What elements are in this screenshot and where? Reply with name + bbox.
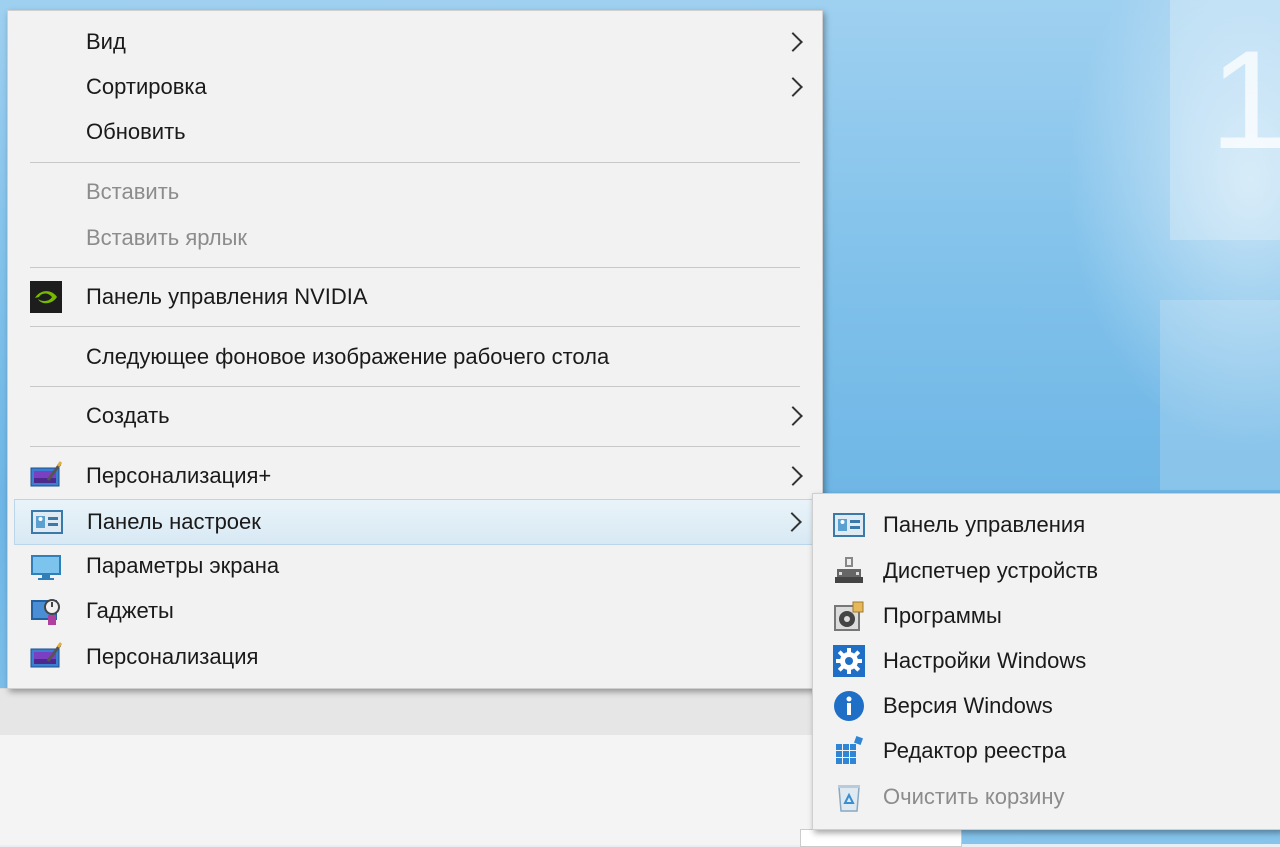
submenu-item-label: Программы bbox=[883, 603, 1002, 628]
menu-separator bbox=[30, 446, 800, 447]
desktop-tile: 1 bbox=[1170, 0, 1280, 240]
gadgets-icon bbox=[30, 595, 62, 627]
background-window-field bbox=[800, 829, 962, 847]
display-icon bbox=[30, 550, 62, 582]
menu-item-label: Персонализация+ bbox=[86, 463, 272, 488]
chevron-right-icon bbox=[783, 32, 803, 52]
registry-editor-icon bbox=[833, 735, 865, 767]
submenu-item-label: Настройки Windows bbox=[883, 648, 1087, 673]
menu-item-new[interactable]: Создать bbox=[14, 394, 816, 438]
control-panel-icon bbox=[31, 506, 63, 538]
menu-item-display-settings[interactable]: Параметры экрана bbox=[14, 544, 816, 588]
programs-icon bbox=[833, 600, 865, 632]
desktop-context-menu: Вид Сортировка Обновить Вставить Вставит… bbox=[7, 10, 823, 689]
menu-item-label: Вид bbox=[86, 29, 126, 54]
menu-separator bbox=[30, 162, 800, 163]
menu-separator bbox=[30, 267, 800, 268]
submenu-item-registry-editor[interactable]: Редактор реестра bbox=[819, 729, 1275, 773]
submenu-item-windows-settings[interactable]: Настройки Windows bbox=[819, 639, 1275, 683]
menu-item-label: Обновить bbox=[86, 119, 186, 144]
menu-item-personalization-plus[interactable]: Персонализация+ bbox=[14, 454, 816, 498]
tile-glyph: 1 bbox=[1210, 21, 1280, 178]
submenu-item-label: Версия Windows bbox=[883, 693, 1053, 718]
menu-item-label: Сортировка bbox=[86, 74, 207, 99]
background-window bbox=[0, 688, 962, 847]
chevron-right-icon bbox=[783, 466, 803, 486]
submenu-item-label: Диспетчер устройств bbox=[883, 558, 1099, 583]
device-manager-icon bbox=[833, 555, 865, 587]
menu-item-label: Вставить bbox=[86, 179, 180, 204]
menu-item-label: Гаджеты bbox=[86, 598, 174, 623]
menu-item-label: Следующее фоновое изображение рабочего с… bbox=[86, 344, 610, 369]
menu-item-gadgets[interactable]: Гаджеты bbox=[14, 589, 816, 633]
control-panel-icon bbox=[833, 509, 865, 541]
gear-icon bbox=[833, 645, 865, 677]
menu-item-nvidia-control-panel[interactable]: Панель управления NVIDIA bbox=[14, 275, 816, 319]
menu-item-label: Создать bbox=[86, 403, 170, 428]
submenu-item-empty-recycle-bin[interactable]: Очистить корзину bbox=[819, 775, 1275, 819]
menu-item-label: Панель настроек bbox=[87, 509, 261, 534]
nvidia-icon bbox=[30, 281, 62, 313]
menu-item-label: Параметры экрана bbox=[86, 553, 280, 578]
background-window-bar bbox=[0, 689, 840, 735]
personalization-icon bbox=[30, 460, 63, 492]
submenu-item-label: Очистить корзину bbox=[883, 784, 1065, 809]
menu-item-view[interactable]: Вид bbox=[14, 20, 816, 64]
submenu-item-label: Панель управления bbox=[883, 512, 1086, 537]
menu-item-personalization[interactable]: Персонализация bbox=[14, 635, 816, 679]
menu-item-refresh[interactable]: Обновить bbox=[14, 110, 816, 154]
chevron-right-icon bbox=[783, 406, 803, 426]
personalization-icon bbox=[30, 641, 63, 673]
submenu-item-programs[interactable]: Программы bbox=[819, 594, 1275, 638]
desktop-panel-strip bbox=[1160, 300, 1280, 490]
settings-panel-submenu: Панель управления Диспетчер устройств Пр bbox=[812, 493, 1280, 830]
info-icon bbox=[833, 690, 865, 722]
menu-item-next-wallpaper[interactable]: Следующее фоновое изображение рабочего с… bbox=[14, 335, 816, 379]
chevron-right-icon bbox=[782, 512, 802, 532]
menu-item-label: Персонализация bbox=[86, 644, 259, 669]
submenu-item-label: Редактор реестра bbox=[883, 738, 1067, 763]
menu-item-sort[interactable]: Сортировка bbox=[14, 65, 816, 109]
menu-separator bbox=[30, 326, 800, 327]
chevron-right-icon bbox=[783, 77, 803, 97]
recycle-bin-icon bbox=[833, 781, 865, 813]
menu-item-paste-shortcut[interactable]: Вставить ярлык bbox=[14, 216, 816, 260]
menu-item-label: Вставить ярлык bbox=[86, 225, 248, 250]
menu-item-label: Панель управления NVIDIA bbox=[86, 284, 368, 309]
menu-item-paste[interactable]: Вставить bbox=[14, 170, 816, 214]
menu-separator bbox=[30, 386, 800, 387]
submenu-item-windows-version[interactable]: Версия Windows bbox=[819, 684, 1275, 728]
menu-item-settings-panel[interactable]: Панель настроек bbox=[14, 499, 816, 545]
submenu-item-control-panel[interactable]: Панель управления bbox=[819, 503, 1275, 547]
submenu-item-device-manager[interactable]: Диспетчер устройств bbox=[819, 549, 1275, 593]
